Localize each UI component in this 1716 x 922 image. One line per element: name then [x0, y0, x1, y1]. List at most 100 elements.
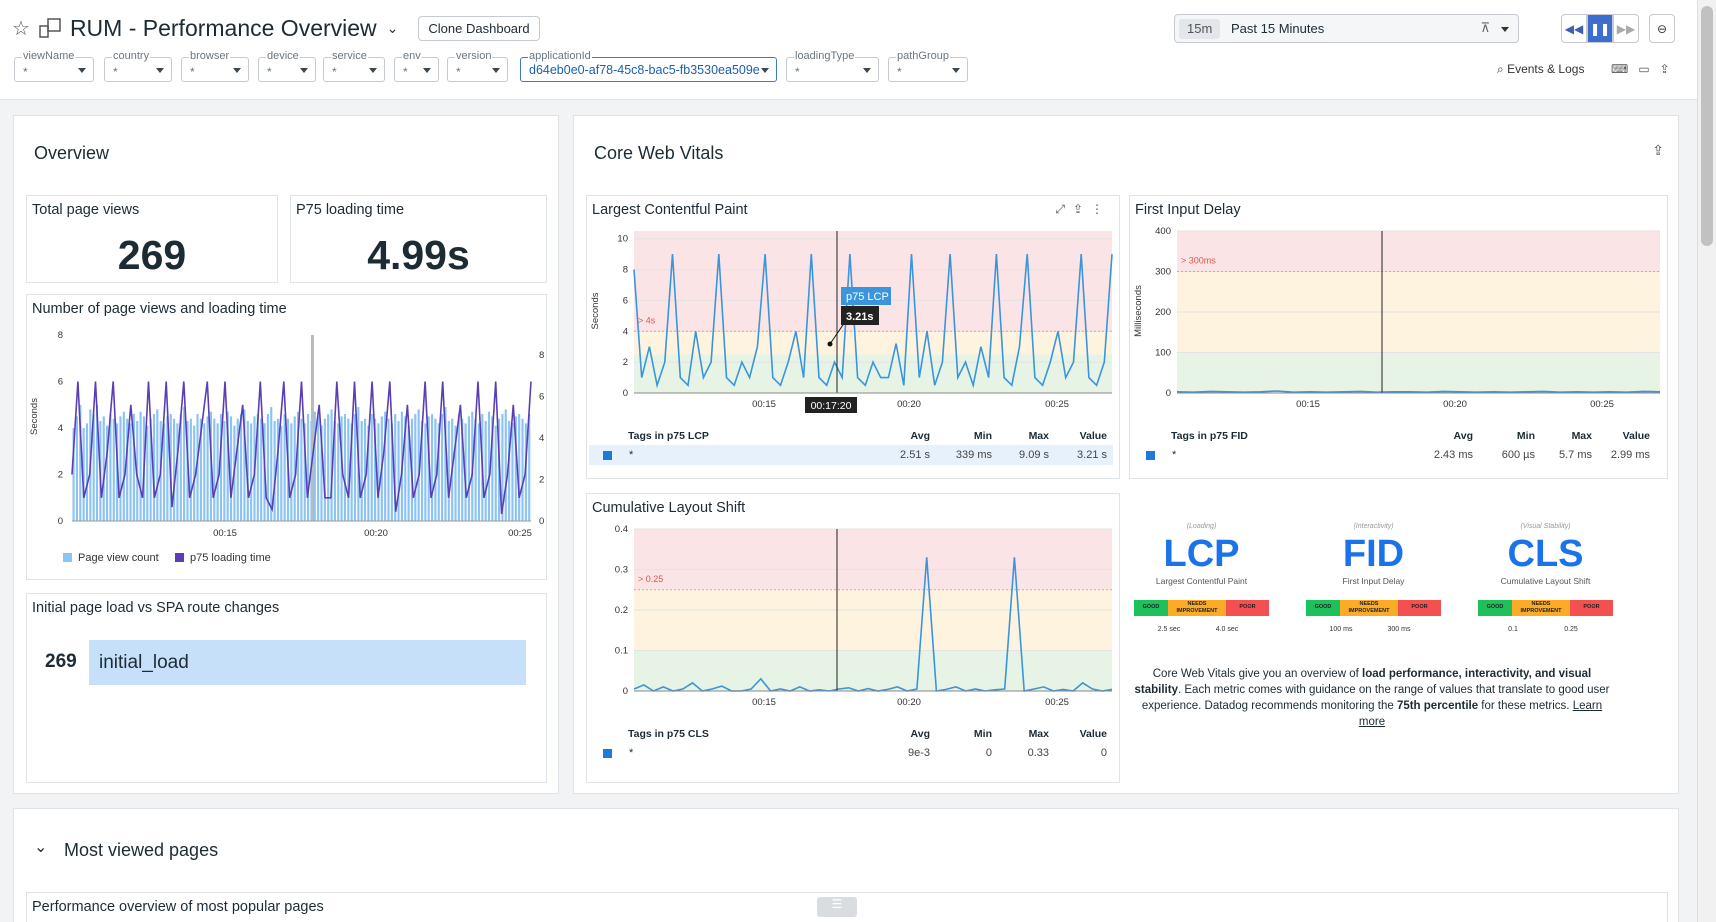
tag-value: * [629, 747, 634, 759]
x-tick-label: 00:25 [508, 528, 532, 539]
view-count-bar [223, 421, 226, 521]
vital-abbr: FID [1342, 533, 1405, 575]
view-count-bar [173, 418, 176, 521]
lcp-widget: Largest Contentful Paint ⤢⇪⋮ 0 2 4 6 8 10 > 4s… [586, 195, 1120, 479]
cwv-description: Core Web Vitals give you an overview of … [1133, 666, 1611, 730]
spa-bar[interactable]: initial_load [89, 640, 526, 685]
threshold-band [1177, 352, 1660, 393]
forward-button[interactable]: ▶▶ [1613, 14, 1639, 43]
chevron-down-icon [233, 68, 241, 73]
scrollbar[interactable] [1697, 0, 1716, 922]
more-icon[interactable]: ⋮ [1091, 202, 1111, 216]
legend-row[interactable]: * 9e-3 0 0.33 0 [589, 743, 1113, 763]
y-tick-label: 0.3 [615, 565, 628, 576]
views-loading-widget: Number of page views and loading time Se… [26, 294, 547, 580]
col-avg-header: Avg [1453, 430, 1473, 442]
pause-button[interactable]: ❚❚ [1587, 14, 1613, 43]
tick-2: 300 ms [1387, 626, 1411, 633]
legend-max: 0.33 [1027, 747, 1049, 759]
cls-widget: Cumulative Layout Shift 0 0.1 0.2 0.3 0.4 > 0… [586, 493, 1120, 783]
series-swatch [603, 749, 612, 758]
x-tick-label: 00:20 [364, 528, 388, 539]
chevron-down-icon[interactable]: ⌄ [387, 20, 399, 37]
x-tick-label: 00:15 [213, 528, 237, 539]
y-tick-label: 0 [623, 388, 628, 399]
y-tick-label: 8 [623, 265, 628, 276]
variable-name: device [266, 50, 300, 62]
list-icon[interactable]: ☰ [817, 897, 857, 917]
view-count-bar [511, 423, 514, 521]
export-icon[interactable]: ⇪ [1660, 62, 1680, 76]
view-count-bar [353, 414, 357, 521]
y-axis-label: Seconds [29, 398, 40, 435]
y2-tick-label: 6 [539, 392, 544, 403]
tick-1: 100 ms [1329, 626, 1353, 633]
star-icon[interactable]: ☆ [12, 16, 30, 41]
chevron-down-icon [156, 68, 164, 73]
view-count-bar [447, 421, 450, 521]
total-views-label: Total page views [32, 202, 140, 218]
variable-value: d64eb0e0-af78-45c8-bac5-fb3530ea509e [529, 63, 760, 77]
chevron-down-icon[interactable]: ⌄ [34, 837, 47, 857]
expand-icon[interactable]: ⤢ [1055, 202, 1073, 216]
most-viewed-panel: ⌄ Most viewed pages Performance overview… [13, 808, 1679, 922]
page-title: RUM - Performance Overview [69, 14, 377, 41]
pin-icon[interactable]: ⊼ [1480, 20, 1490, 36]
view-count-bar [424, 423, 427, 521]
tag-value: * [629, 449, 634, 461]
export-icon[interactable]: ⇪ [1652, 142, 1664, 159]
view-count-bar [457, 414, 460, 521]
y-tick-label: 0.4 [615, 524, 628, 535]
legend-avg: 2.51 s [900, 449, 930, 461]
view-count-bar [467, 416, 470, 521]
variable-name: version [455, 50, 493, 62]
good-band: GOOD [1478, 600, 1512, 616]
vital-name: Cumulative Layout Shift [1500, 576, 1591, 586]
export-icon[interactable]: ⇪ [1073, 202, 1091, 216]
vital-name: Largest Contentful Paint [1155, 576, 1248, 586]
variable-name: browser [189, 50, 231, 62]
tick-2: 4.0 sec [1215, 626, 1239, 633]
view-count-bar [119, 416, 122, 521]
lcp-widget-tools: ⤢⇪⋮ [1055, 202, 1111, 217]
vital-scale: GOOD NEEDS IMPROVEMENT POOR [1478, 600, 1613, 616]
legend-row[interactable]: * 2.43 ms 600 µs 5.7 ms 2.99 ms [1132, 445, 1661, 465]
tags-label: Tags in p75 CLS [628, 728, 709, 740]
threshold-band [634, 650, 1112, 691]
tags-label: Tags in p75 FID [1171, 430, 1248, 442]
tags-label: Tags in p75 LCP [628, 430, 709, 442]
vitals-guide: (Loading) LCP Largest Contentful Paint G… [1129, 493, 1668, 783]
tv-icon[interactable]: ▭ [1638, 62, 1659, 76]
header-tools: ⌨▭⇪ [1611, 62, 1680, 76]
scrollbar-thumb[interactable] [1701, 6, 1713, 246]
needs-band: NEEDS IMPROVEMENT [1512, 600, 1570, 616]
variable-name: viewName [22, 50, 76, 62]
chevron-down-icon[interactable] [1501, 27, 1509, 32]
vital-scale: GOOD NEEDS IMPROVEMENT POOR [1306, 600, 1441, 616]
zoom-out-button[interactable]: ⊖ [1649, 14, 1675, 43]
col-min-header: Min [1516, 430, 1535, 442]
y-tick-label: 2 [623, 357, 628, 368]
events-logs-link[interactable]: ⌕ Events & Logs [1497, 62, 1584, 77]
legend-row[interactable]: * 2.51 s 339 ms 9.09 s 3.21 s [589, 445, 1113, 465]
clone-dashboard-button[interactable]: Clone Dashboard [418, 15, 540, 41]
variable-value: * [403, 65, 408, 79]
view-count-bar [240, 414, 243, 521]
fid-chart: 0 100 200 300 400 > 300ms Milliseconds 00:15 00:… [1133, 226, 1661, 410]
overview-title: Overview [34, 143, 110, 163]
variable-name: country [112, 50, 151, 62]
desc-text: for these metrics. [1478, 700, 1573, 712]
col-value-header: Value [1622, 430, 1650, 442]
rewind-button[interactable]: ◀◀ [1561, 14, 1587, 43]
view-count-bar [377, 423, 380, 521]
keyboard-icon[interactable]: ⌨ [1611, 62, 1638, 76]
col-max-header: Max [1028, 430, 1049, 442]
y-tick-label: 0 [58, 516, 63, 527]
cwv-title: Core Web Vitals [594, 143, 724, 163]
legend-max: 5.7 ms [1558, 449, 1592, 461]
spa-count: 269 [45, 651, 77, 672]
chevron-down-icon [369, 68, 377, 73]
view-count-bar [146, 425, 149, 521]
time-picker[interactable]: 15m Past 15 Minutes ⊼ [1174, 14, 1519, 43]
view-count-bar [250, 423, 253, 521]
